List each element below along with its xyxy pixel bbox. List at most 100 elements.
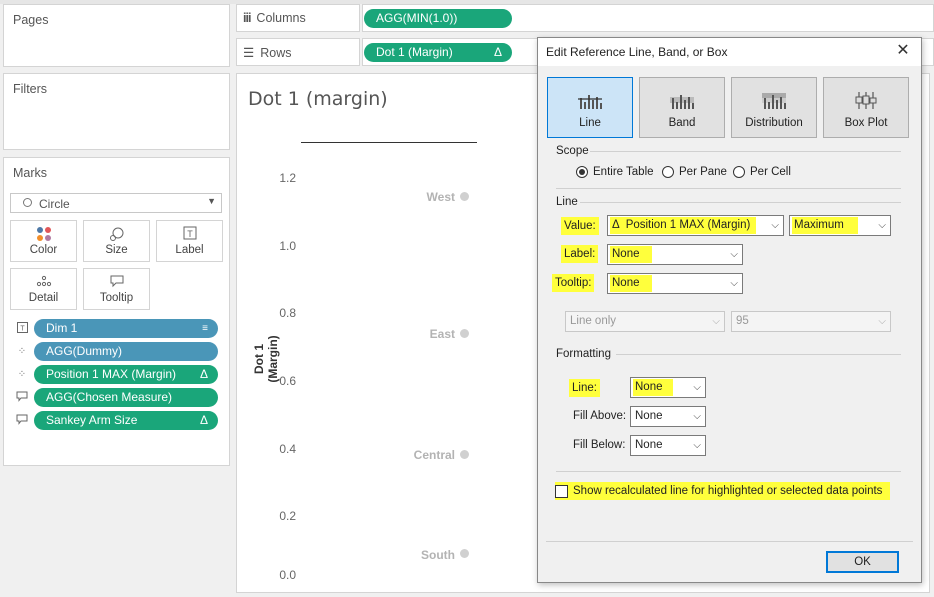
tooltip-select[interactable]: None ⌵	[607, 273, 743, 294]
rows-icon: ☰	[243, 46, 255, 60]
data-point-east[interactable]	[460, 329, 469, 338]
aggregation-value: Maximum	[792, 217, 858, 234]
columns-pill[interactable]: AGG(MIN(1.0))	[364, 9, 512, 28]
label-select[interactable]: None ⌵	[607, 244, 743, 265]
radio-selected-icon	[576, 166, 588, 178]
format-line-select[interactable]: None ⌵	[630, 377, 706, 398]
size-icon	[84, 226, 149, 244]
y-axis-label: Dot 1 (Margin)	[252, 335, 280, 383]
tooltip-icon	[84, 274, 149, 292]
field-pill[interactable]: Dim 1 ≡	[34, 319, 218, 338]
y-tick: 1.0	[279, 239, 296, 253]
field-pill[interactable]: Position 1 MAX (Margin) Δ	[34, 365, 218, 384]
close-icon[interactable]: ✕	[893, 41, 913, 61]
type-band-button[interactable]: Band	[639, 77, 725, 138]
rows-shelf-label: ☰ Rows	[243, 45, 292, 61]
columns-shelf[interactable]: iii Columns	[236, 4, 360, 32]
marks-field-position[interactable]: ⁘ Position 1 MAX (Margin) Δ	[14, 365, 218, 384]
columns-shelf-label: iii Columns	[243, 11, 306, 25]
field-pill[interactable]: Sankey Arm Size Δ	[34, 411, 218, 430]
field-pill[interactable]: AGG(Chosen Measure)	[34, 388, 218, 407]
divider	[580, 202, 901, 203]
divider	[590, 151, 901, 152]
data-point-south[interactable]	[460, 549, 469, 558]
ok-button[interactable]: OK	[826, 551, 899, 573]
data-point-central[interactable]	[460, 450, 469, 459]
scope-section-title: Scope	[556, 145, 589, 157]
pages-title: Pages	[13, 13, 49, 27]
field-name: AGG(Chosen Measure)	[46, 390, 173, 404]
chevron-down-icon: ⌵	[693, 440, 701, 451]
viz-title: Dot 1 (margin)	[248, 88, 388, 110]
label-value: None	[610, 246, 652, 263]
marks-field-chosen-measure[interactable]: AGG(Chosen Measure)	[14, 388, 218, 407]
field-name: Dim 1	[46, 321, 78, 335]
divider	[546, 541, 913, 542]
fill-below-select[interactable]: None ⌵	[630, 435, 706, 456]
tooltip-button[interactable]: Tooltip	[83, 268, 150, 310]
scope-per-cell-radio[interactable]: Per Cell	[733, 166, 791, 178]
rows-label: Rows	[260, 45, 292, 60]
line-only-value: Line only	[570, 315, 617, 327]
tooltip-icon	[14, 391, 30, 405]
circle-icon	[23, 198, 32, 207]
marks-field-dummy[interactable]: ⁘ AGG(Dummy)	[14, 342, 218, 361]
type-distribution-button[interactable]: Distribution	[731, 77, 817, 138]
recalc-checkbox[interactable]: Show recalculated line for highlighted o…	[555, 482, 891, 500]
size-label: Size	[105, 244, 128, 256]
detail-label: Detail	[28, 292, 59, 304]
scope-entire-table-radio[interactable]: Entire Table	[576, 166, 654, 178]
rows-pill[interactable]: Dot 1 (Margin) Δ	[364, 43, 512, 62]
tooltip-label: Tooltip:	[552, 274, 595, 292]
category-label-east: East	[429, 327, 455, 341]
y-tick: 0.8	[279, 306, 296, 320]
label-button[interactable]: T Label	[156, 220, 223, 262]
tooltip-icon	[14, 414, 30, 428]
svg-text:T: T	[20, 325, 25, 332]
marks-field-sankey[interactable]: Sankey Arm Size Δ	[14, 411, 218, 430]
scope-option-label: Per Pane	[679, 166, 727, 178]
scope-per-pane-radio[interactable]: Per Pane	[662, 166, 727, 178]
text-label-icon: T	[157, 226, 222, 244]
filters-panel[interactable]: Filters	[3, 73, 230, 150]
detail-icon	[11, 274, 76, 292]
marks-field-dim1[interactable]: T Dim 1 ≡	[14, 319, 218, 338]
color-button[interactable]: Color	[10, 220, 77, 262]
field-pill[interactable]: AGG(Dummy)	[34, 342, 218, 361]
scope-option-label: Per Cell	[750, 166, 791, 178]
fill-above-select[interactable]: None ⌵	[630, 406, 706, 427]
y-tick: 0.2	[279, 509, 296, 523]
line-type-icon	[578, 95, 602, 109]
format-line-value: None	[633, 379, 673, 396]
rows-shelf[interactable]: ☰ Rows	[236, 38, 360, 66]
chevron-down-icon: ⌵	[693, 382, 701, 393]
label-label: Label	[175, 244, 204, 256]
y-tick: 1.2	[279, 171, 296, 185]
field-name: Position 1 MAX (Margin)	[46, 367, 177, 381]
category-label-central: Central	[413, 448, 455, 462]
size-button[interactable]: Size	[83, 220, 150, 262]
chevron-down-icon: ⌵	[693, 411, 701, 422]
checkbox-icon	[555, 484, 568, 498]
aggregation-select[interactable]: Maximum ⌵	[789, 215, 891, 236]
mark-type-dropdown[interactable]: Circle ▼	[10, 193, 222, 213]
chevron-down-icon: ⌵	[730, 278, 738, 289]
confidence-select: 95 ⌵	[731, 311, 891, 332]
filters-title: Filters	[13, 82, 48, 96]
field-name: AGG(Dummy)	[46, 344, 122, 358]
chevron-down-icon: ⌵	[712, 316, 720, 327]
type-line-button[interactable]: Line	[547, 77, 633, 138]
type-boxplot-button[interactable]: Box Plot	[823, 77, 909, 138]
dialog-titlebar[interactable]: Edit Reference Line, Band, or Box ✕	[538, 38, 921, 66]
svg-text:T: T	[187, 229, 193, 239]
columns-label: Columns	[256, 11, 306, 25]
tooltip-value: None	[610, 275, 652, 292]
detail-icon: ⁘	[17, 346, 27, 357]
formatting-section-title: Formatting	[556, 348, 611, 360]
detail-button[interactable]: Detail	[10, 268, 77, 310]
delta-icon: Δ	[199, 367, 208, 381]
pages-panel[interactable]: Pages	[3, 4, 230, 67]
value-field-select[interactable]: Δ Position 1 MAX (Margin) ⌵	[607, 215, 784, 236]
data-point-west[interactable]	[460, 192, 469, 201]
detail-icon: ⁘	[17, 369, 27, 380]
